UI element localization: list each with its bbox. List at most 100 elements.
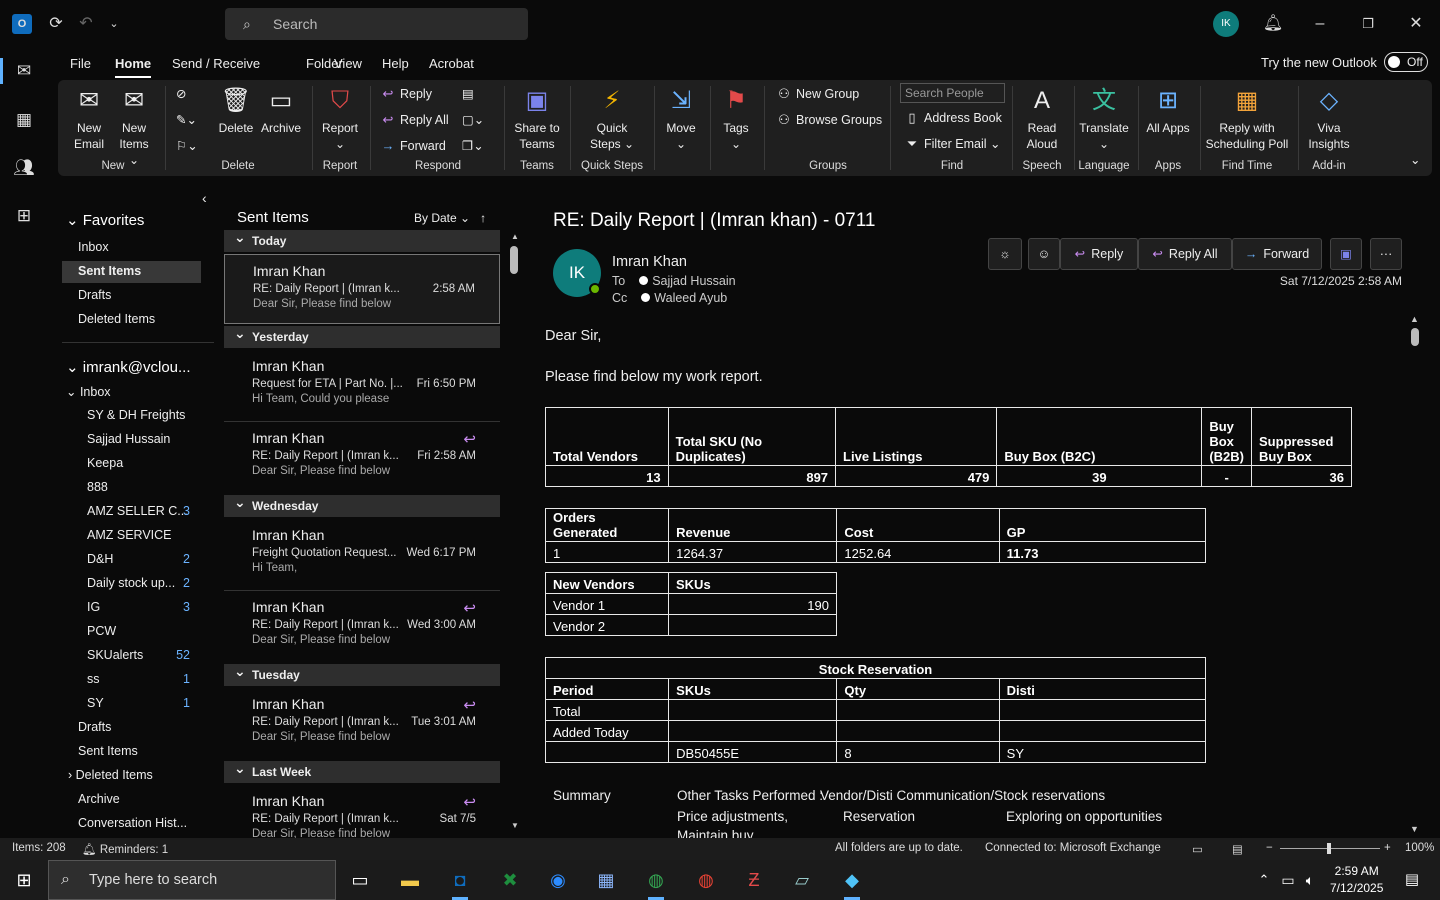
reply-button[interactable]: ↩ Reply	[380, 86, 432, 102]
zoom-icon[interactable]: ◉	[538, 864, 578, 896]
fav-drafts[interactable]: Drafts	[78, 288, 111, 302]
date-group-header[interactable]: Wednesday	[224, 491, 500, 517]
folder-deleted-items[interactable]: › Deleted Items	[68, 768, 153, 782]
scroll-down-icon[interactable]: ▼	[1410, 824, 1419, 834]
zoom-in-icon[interactable]: +	[1384, 842, 1391, 854]
menu-help[interactable]: Help	[382, 56, 409, 71]
system-clock[interactable]: 2:59 AM 7/12/2025	[1330, 863, 1383, 897]
mail-icon[interactable]: ✉	[12, 59, 36, 83]
new-email-button[interactable]: ✉ New Email	[66, 86, 112, 152]
chrome-profile-icon[interactable]: ◍	[686, 864, 726, 896]
menu-file[interactable]: File	[70, 56, 91, 71]
subfolder-item[interactable]: SY	[87, 696, 104, 710]
subfolder-item[interactable]: PCW	[87, 624, 116, 638]
subfolder-item[interactable]: IG	[87, 600, 100, 614]
notifications-icon[interactable]: ▤	[1392, 864, 1432, 896]
apps-icon[interactable]: ⊞	[12, 204, 36, 228]
folder-inbox[interactable]: ⌄ Inbox	[66, 384, 111, 399]
search-people-input[interactable]: Search People	[900, 83, 1005, 103]
scroll-thumb[interactable]	[1411, 328, 1419, 346]
brightness-button[interactable]: ☼	[988, 238, 1022, 270]
subfolder-item[interactable]: ss	[87, 672, 100, 686]
forward-action-button[interactable]: → Forward	[1232, 238, 1322, 270]
date-group-header[interactable]: Tuesday	[224, 660, 500, 686]
zoom-slider-thumb[interactable]	[1327, 843, 1331, 854]
zoom-out-icon[interactable]: −	[1266, 842, 1273, 854]
filezilla-icon[interactable]: Ƶ	[734, 864, 774, 896]
minimize-icon[interactable]: –	[1308, 12, 1332, 36]
normal-view-icon[interactable]: ▭	[1192, 842, 1203, 856]
date-group-header[interactable]: Yesterday	[224, 322, 500, 348]
cleanup-icon[interactable]: ✎⌄	[176, 112, 197, 127]
avatar[interactable]: IK	[1213, 11, 1239, 37]
cc-recipient[interactable]: Waleed Ayub	[654, 291, 727, 305]
subfolder-item[interactable]: D&H	[87, 552, 113, 566]
more-actions-button[interactable]: ···	[1370, 238, 1402, 270]
quick-steps-button[interactable]: ⚡︎ Quick Steps ⌄	[582, 86, 642, 152]
message-list-scrollbar[interactable]: ▲ ▼	[510, 232, 519, 830]
subfolder-item[interactable]: SY & DH Freights	[87, 408, 185, 422]
folder-sent-items[interactable]: Sent Items	[78, 744, 138, 758]
close-icon[interactable]: ✕	[1404, 12, 1428, 36]
delete-button[interactable]: 🗑︎ Delete	[214, 86, 258, 136]
reading-pane-scrollbar[interactable]: ▲ ▼	[1408, 314, 1422, 834]
subfolder-item[interactable]: 888	[87, 480, 108, 494]
maximize-icon[interactable]: ❐	[1356, 12, 1380, 36]
customize-toolbar-icon[interactable]: ⌄	[102, 12, 126, 36]
archive-button[interactable]: ▭ Archive	[258, 86, 304, 136]
taskbar-search[interactable]: ⌕ Type here to search	[48, 860, 336, 900]
scroll-up-icon[interactable]: ▲	[1410, 314, 1419, 324]
reply-scheduling-poll-button[interactable]: ▦ Reply with Scheduling Poll	[1202, 86, 1292, 152]
app-icon[interactable]: ◆	[832, 864, 872, 900]
address-book-button[interactable]: ▯ Address Book	[904, 110, 1001, 126]
share-to-teams-button[interactable]: ▣ Share to Teams	[510, 86, 564, 152]
ribbon-expand-icon[interactable]: ⌄	[1410, 152, 1420, 167]
read-aloud-button[interactable]: A Read Aloud	[1016, 86, 1068, 152]
more-respond-icon[interactable]: ❐⌄	[462, 138, 484, 153]
menu-send-receive[interactable]: Send / Receive	[172, 56, 260, 71]
forward-button[interactable]: → Forward	[380, 138, 446, 153]
menu-view[interactable]: View	[334, 56, 362, 71]
list-item[interactable]: Imran Khan Freight Quotation Request... Hi…	[224, 519, 500, 589]
new-items-button[interactable]: ✉ New Items ⌄	[114, 86, 154, 168]
sort-dropdown[interactable]: By Date ⌄ ↑	[414, 211, 486, 225]
folder-archive[interactable]: Archive	[78, 792, 120, 806]
notepad-icon[interactable]: ▱	[782, 864, 822, 896]
undo-icon[interactable]: ↶	[74, 12, 98, 36]
emoji-button[interactable]: ☺	[1028, 238, 1060, 270]
ignore-icon[interactable]: ⊘	[176, 86, 186, 101]
list-item[interactable]: Imran Khan RE: Daily Report | (Imran k...…	[224, 422, 500, 492]
account-header[interactable]: ⌄ imrank@vclou...	[66, 358, 191, 376]
browse-groups-button[interactable]: ⚇ Browse Groups	[776, 112, 882, 128]
reading-view-icon[interactable]: ▤	[1232, 842, 1243, 856]
menu-acrobat[interactable]: Acrobat	[429, 56, 474, 71]
filter-email-button[interactable]: ⏷ Filter Email ⌄	[904, 136, 1001, 152]
calendar-icon[interactable]: ▦	[12, 108, 36, 132]
meeting-icon[interactable]: ▤	[462, 86, 474, 101]
windows-start-icon[interactable]: ⊞	[4, 864, 44, 896]
junk-icon[interactable]: ⚐⌄	[176, 138, 198, 153]
list-item[interactable]: Imran Khan RE: Daily Report | (Imran k...…	[224, 688, 500, 758]
list-item[interactable]: Imran Khan RE: Daily Report | (Imran k...…	[224, 254, 500, 324]
folder-conversation-history[interactable]: Conversation Hist...	[78, 816, 187, 830]
teams-action-button[interactable]: ▣	[1330, 238, 1362, 270]
excel-icon[interactable]: ✖	[490, 864, 530, 896]
sort-direction-icon[interactable]: ↑	[480, 211, 486, 225]
subfolder-item[interactable]: Keepa	[87, 456, 123, 470]
fav-sent-items[interactable]: Sent Items	[78, 264, 141, 278]
folder-drafts[interactable]: Drafts	[78, 720, 111, 734]
move-button[interactable]: ⇲ Move ⌄	[658, 86, 704, 152]
fav-inbox[interactable]: Inbox	[78, 240, 109, 254]
task-view-icon[interactable]: ▭	[340, 864, 380, 896]
favorites-header[interactable]: ⌄ Favorites	[66, 211, 144, 229]
subfolder-item[interactable]: SKUalerts	[87, 648, 143, 662]
reply-action-button[interactable]: ↩ Reply	[1060, 238, 1138, 270]
list-item[interactable]: Imran Khan RE: Daily Report | (Imran k...…	[224, 591, 500, 661]
scroll-thumb[interactable]	[510, 246, 518, 274]
search-input[interactable]: ⌕ Search	[225, 8, 528, 40]
outlook-taskbar-icon[interactable]: ◘	[440, 864, 480, 900]
report-button[interactable]: ⛉ Report ⌄	[318, 86, 362, 152]
viva-insights-button[interactable]: ◇ Viva Insights	[1304, 86, 1354, 152]
volume-icon[interactable]: 🔈︎	[1290, 864, 1330, 896]
people-icon[interactable]: 👥︎	[12, 156, 36, 180]
